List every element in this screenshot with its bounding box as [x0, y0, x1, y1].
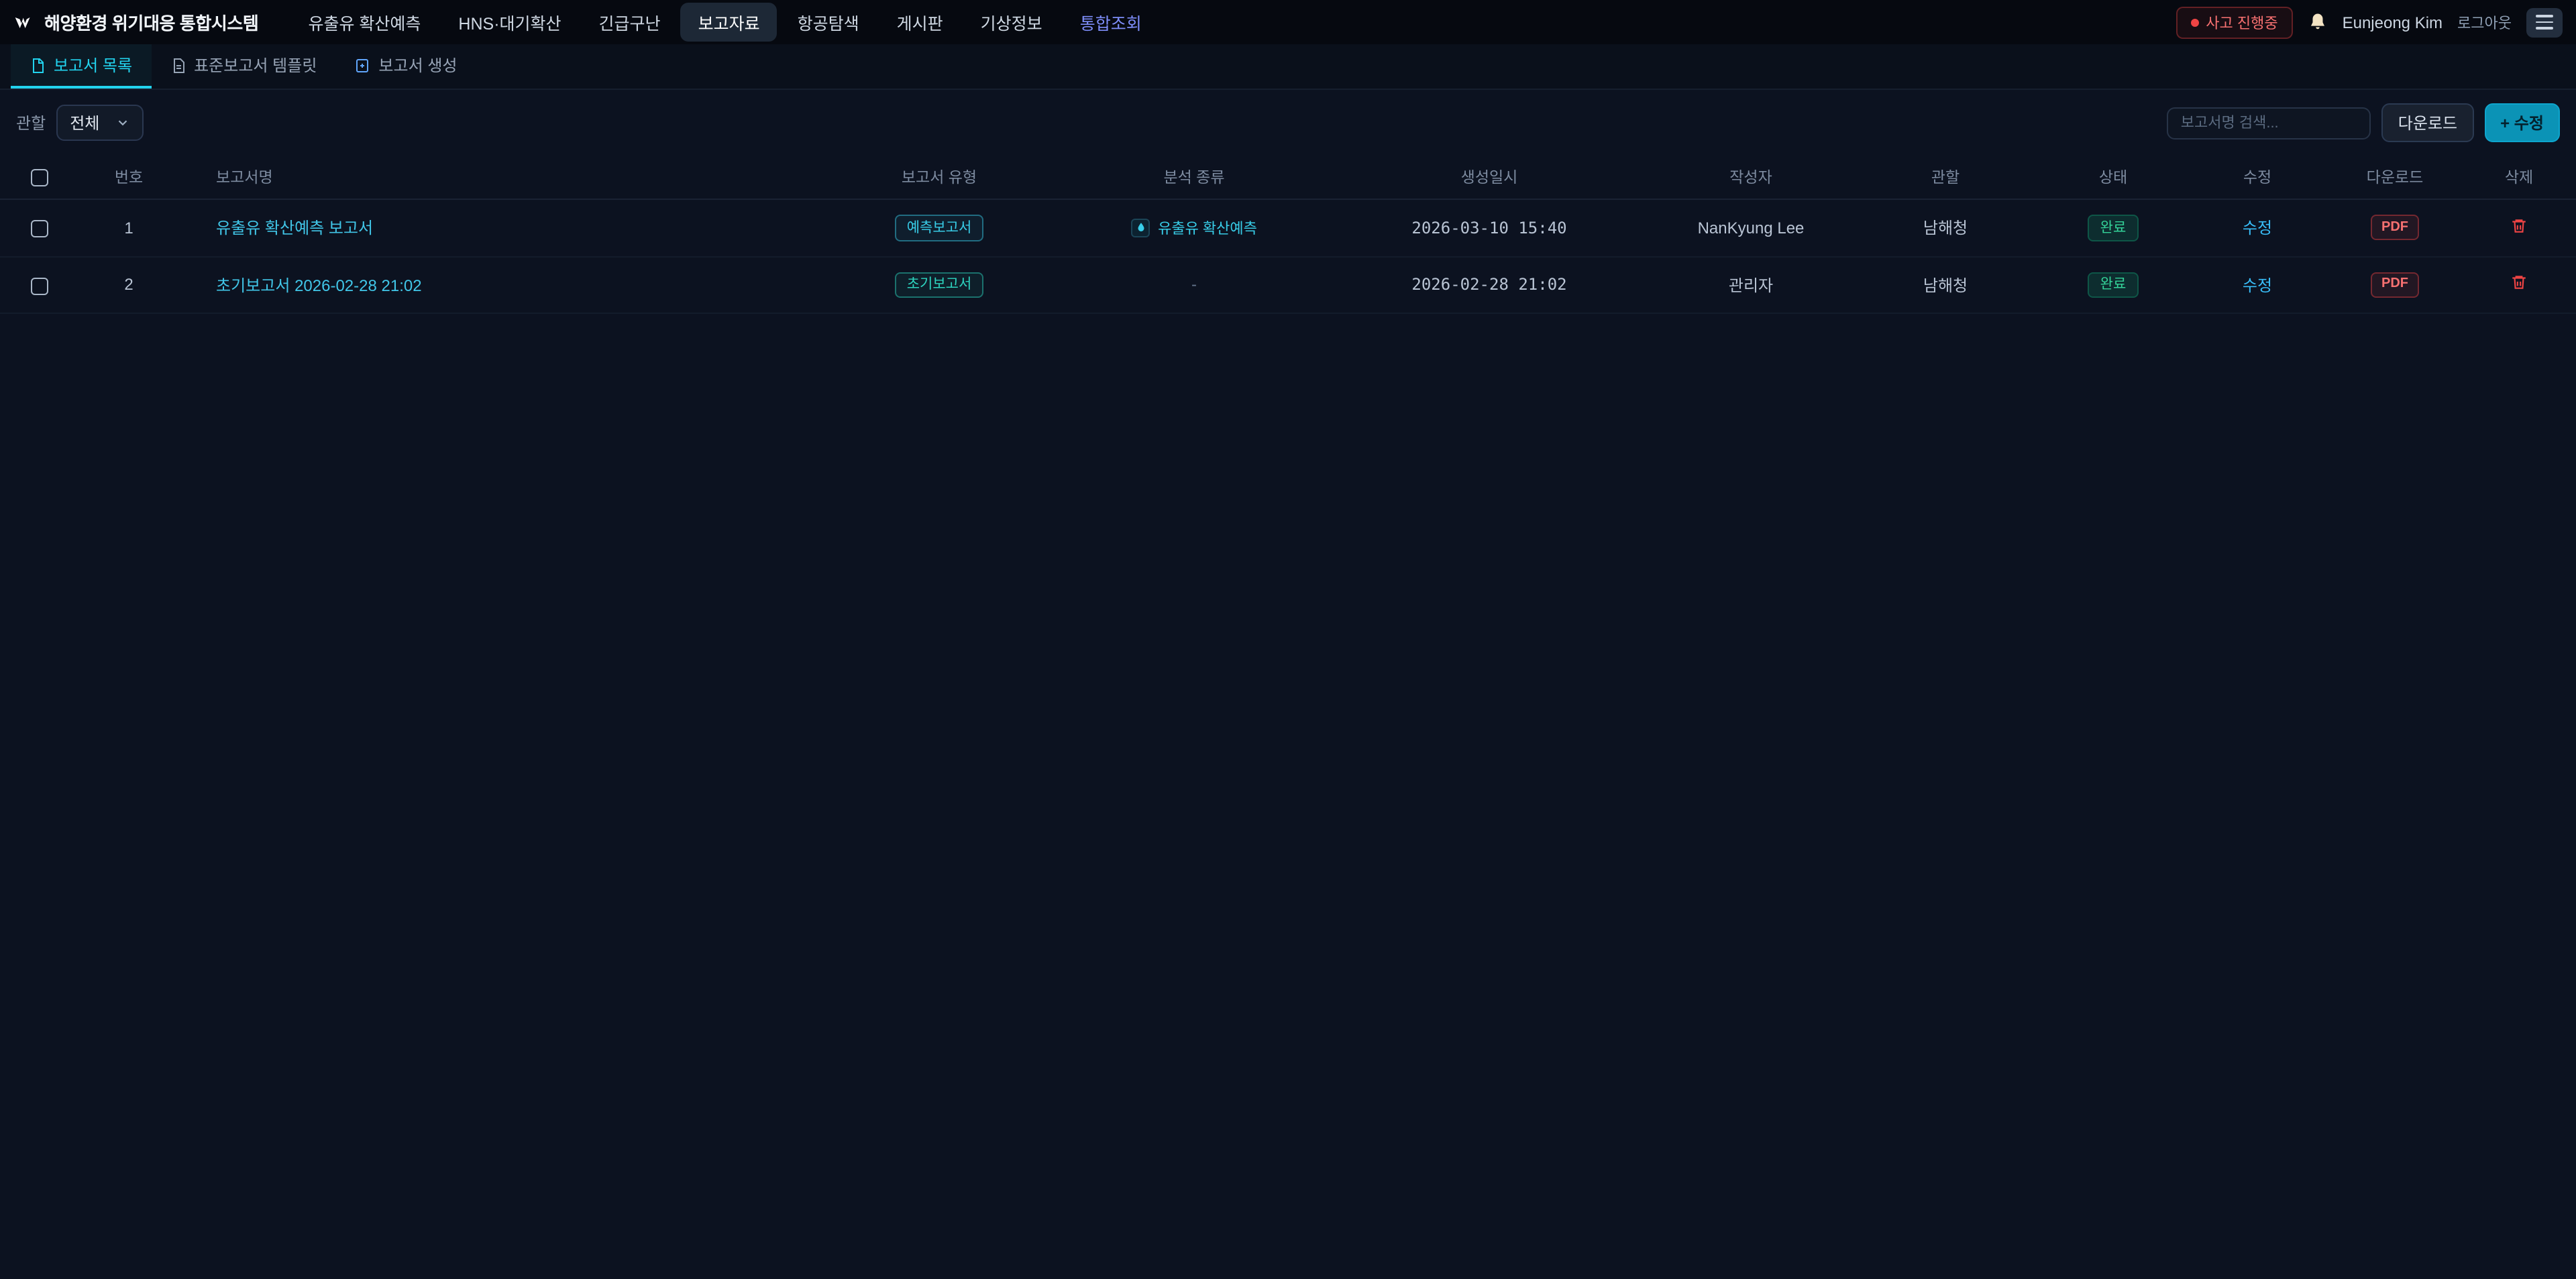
col-header-name: 보고서명 — [180, 156, 818, 199]
tab-create-icon — [354, 57, 370, 73]
user-name: Eunjeong Kim — [2343, 13, 2443, 32]
tab-report-list-label: 보고서 목록 — [54, 54, 132, 76]
analysis-type-label: 유출유 확산예측 — [1158, 217, 1257, 239]
nav-item-board[interactable]: 게시판 — [879, 3, 961, 42]
nav-item-emergency-rescue[interactable]: 긴급구난 — [582, 3, 678, 42]
delete-button[interactable] — [2510, 274, 2528, 292]
incident-status-badge: 사고 진행중 — [2176, 6, 2292, 38]
trash-icon — [2510, 274, 2528, 292]
jurisdiction-label: 관할 — [16, 111, 46, 134]
tab-template-icon — [170, 57, 186, 73]
tab-report-create[interactable]: 보고서 생성 — [335, 44, 476, 89]
chevron-down-icon — [115, 115, 130, 130]
edit-link[interactable]: 수정 — [2243, 219, 2272, 238]
author: 관리자 — [1650, 256, 1851, 313]
tab-standard-template-label: 표준보고서 템플릿 — [194, 54, 317, 76]
jurisdiction: 남해청 — [1851, 256, 2039, 313]
analysis-type: 유출유 확산예측 — [1131, 217, 1257, 239]
nav-item-oil-spill-prediction[interactable]: 유출유 확산예측 — [290, 3, 438, 42]
trash-icon — [2510, 217, 2528, 235]
app-root: 해양환경 위기대응 통합시스템 유출유 확산예측 HNS·대기확산 긴급구난 보… — [0, 0, 2576, 1279]
nav-item-hns-air-diffusion[interactable]: HNS·대기확산 — [441, 3, 578, 42]
search-input[interactable] — [2167, 107, 2371, 139]
col-header-delete: 삭제 — [2462, 156, 2576, 199]
top-nav-bar: 해양환경 위기대응 통합시스템 유출유 확산예측 HNS·대기확산 긴급구난 보… — [0, 0, 2576, 44]
status-badge: 완료 — [2088, 272, 2139, 298]
notification-bell-icon[interactable] — [2308, 12, 2328, 32]
report-type-badge: 예측보고서 — [895, 215, 984, 241]
col-header-edit: 수정 — [2187, 156, 2328, 199]
created-at: 2026-02-28 21:02 — [1328, 256, 1650, 313]
col-header-analysis: 분석 종류 — [1060, 156, 1328, 199]
select-all-checkbox[interactable] — [30, 168, 48, 186]
brand[interactable]: 해양환경 위기대응 통합시스템 — [13, 9, 258, 35]
main-nav: 유출유 확산예측 HNS·대기확산 긴급구난 보고자료 항공탐색 게시판 기상정… — [290, 3, 1159, 42]
hamburger-menu-icon — [2536, 15, 2553, 17]
jurisdiction-select[interactable]: 전체 — [56, 105, 144, 141]
analysis-type: - — [1191, 276, 1197, 294]
report-tabs: 보고서 목록 표준보고서 템플릿 보고서 생성 — [0, 44, 2576, 90]
row-number: 2 — [78, 256, 180, 313]
delete-button[interactable] — [2510, 217, 2528, 235]
nav-item-report-data[interactable]: 보고자료 — [681, 3, 777, 42]
created-at: 2026-03-10 15:40 — [1328, 199, 1650, 256]
incident-dot-icon — [2191, 18, 2199, 26]
tab-report-list-icon — [30, 57, 46, 73]
table-header-row: 번호 보고서명 보고서 유형 분석 종류 생성일시 작성자 관할 상태 수정 다… — [0, 156, 2576, 199]
create-report-button[interactable]: + 수정 — [2484, 103, 2560, 142]
incident-status-label: 사고 진행중 — [2206, 11, 2277, 33]
report-name-link[interactable]: 초기보고서 2026-02-28 21:02 — [216, 276, 422, 295]
brand-title: 해양환경 위기대응 통합시스템 — [44, 9, 258, 35]
author: NanKyung Lee — [1650, 199, 1851, 256]
report-type-badge: 초기보고서 — [895, 272, 984, 298]
jurisdiction: 남해청 — [1851, 199, 2039, 256]
col-header-status: 상태 — [2039, 156, 2187, 199]
download-button[interactable]: 다운로드 — [2382, 103, 2473, 142]
col-header-download: 다운로드 — [2328, 156, 2462, 199]
tab-report-create-label: 보고서 생성 — [378, 54, 457, 76]
pdf-download-badge[interactable]: PDF — [2371, 272, 2419, 298]
row-checkbox[interactable] — [30, 277, 48, 294]
status-badge: 완료 — [2088, 215, 2139, 241]
row-checkbox[interactable] — [30, 220, 48, 237]
logout-button[interactable]: 로그아웃 — [2457, 11, 2512, 33]
brand-logo-icon — [13, 11, 35, 33]
nav-item-weather-info[interactable]: 기상정보 — [963, 3, 1060, 42]
col-header-created: 생성일시 — [1328, 156, 1650, 199]
col-header-type: 보고서 유형 — [818, 156, 1060, 199]
topbar-right: 사고 진행중 Eunjeong Kim 로그아웃 — [2176, 6, 2563, 38]
report-table: 번호 보고서명 보고서 유형 분석 종류 생성일시 작성자 관할 상태 수정 다… — [0, 156, 2576, 314]
col-header-num: 번호 — [78, 156, 180, 199]
jurisdiction-select-value: 전체 — [70, 111, 99, 134]
col-header-jurisdiction: 관할 — [1851, 156, 2039, 199]
edit-link[interactable]: 수정 — [2243, 276, 2272, 295]
nav-item-integrated-search[interactable]: 통합조회 — [1063, 3, 1159, 42]
report-name-link[interactable]: 유출유 확산예측 보고서 — [216, 219, 373, 238]
tab-report-list[interactable]: 보고서 목록 — [11, 44, 151, 89]
pdf-download-badge[interactable]: PDF — [2371, 215, 2419, 241]
table-row: 2 초기보고서 2026-02-28 21:02 초기보고서 - 2026-02… — [0, 256, 2576, 313]
row-number: 1 — [78, 199, 180, 256]
hamburger-menu-button[interactable] — [2526, 7, 2563, 37]
col-header-author: 작성자 — [1650, 156, 1851, 199]
analysis-droplet-icon — [1131, 219, 1150, 237]
filter-bar: 관할 전체 다운로드 + 수정 — [0, 90, 2576, 153]
table-row: 1 유출유 확산예측 보고서 예측보고서 유출유 확산예측 2026-03-10… — [0, 199, 2576, 256]
tab-standard-template[interactable]: 표준보고서 템플릿 — [151, 44, 335, 89]
nav-item-aerial-search[interactable]: 항공탐색 — [780, 3, 877, 42]
